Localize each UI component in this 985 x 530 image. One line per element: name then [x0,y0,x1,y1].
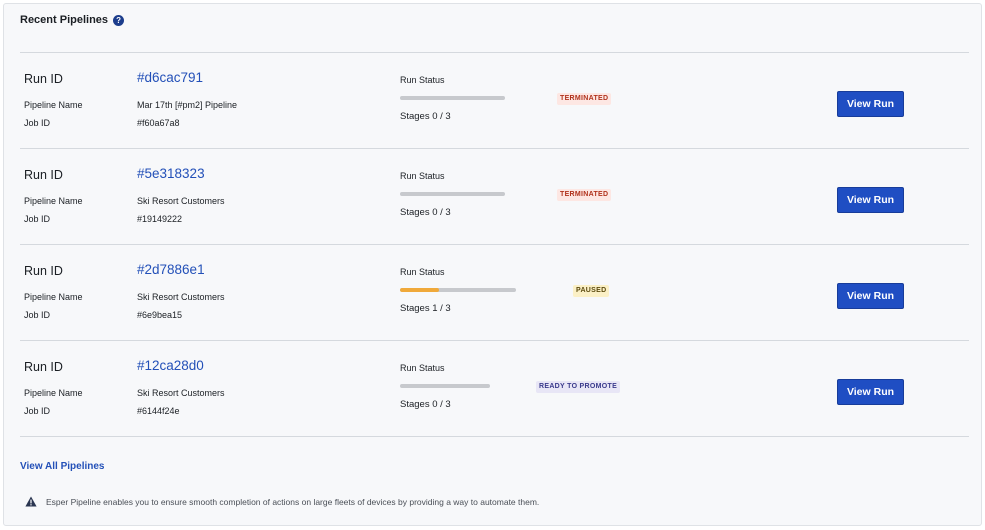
stages-count: Stages 0 / 3 [400,399,451,410]
pipeline-name-label: Pipeline Name [24,292,83,302]
stage-progress-bar [400,192,505,196]
run-id-label: Run ID [24,168,63,182]
stages-count: Stages 0 / 3 [400,207,451,218]
pipeline-row: Run ID #d6cac791 Pipeline Name Mar 17th … [20,53,969,149]
view-run-button[interactable]: View Run [837,91,904,117]
view-run-button[interactable]: View Run [837,283,904,309]
pipeline-list: Run ID #d6cac791 Pipeline Name Mar 17th … [20,52,969,437]
status-badge: TERMINATED [557,189,612,201]
run-id-link[interactable]: #12ca28d0 [137,358,204,373]
job-id-value: #6e9bea15 [137,310,183,320]
help-circle-icon[interactable]: ? [113,14,125,26]
pipeline-name-value: Mar 17th [#pm2] Pipeline [137,100,238,110]
job-id-label: Job ID [24,214,51,224]
run-id-link[interactable]: #d6cac791 [137,70,203,85]
stages-count: Stages 1 / 3 [400,303,451,314]
info-note-text: Esper Pipeline enables you to ensure smo… [46,496,540,507]
pipeline-row: Run ID #12ca28d0 Pipeline Name Ski Resor… [20,341,969,437]
stage-progress-bar [400,288,516,292]
card-header: Recent Pipelines ? [20,14,125,26]
job-id-label: Job ID [24,118,51,128]
job-id-value: #6144f24e [137,406,180,416]
run-id-label: Run ID [24,72,63,86]
view-all-pipelines-link[interactable]: View All Pipelines [20,461,104,472]
view-run-button[interactable]: View Run [837,187,904,213]
status-badge: TERMINATED [557,93,612,105]
status-badge: PAUSED [573,285,610,297]
run-id-label: Run ID [24,264,63,278]
run-id-link[interactable]: #2d7886e1 [137,262,205,277]
status-badge: READY TO PROMOTE [536,381,621,393]
stages-count: Stages 0 / 3 [400,111,451,122]
job-id-label: Job ID [24,406,51,416]
stage-progress-bar [400,96,505,100]
pipeline-name-label: Pipeline Name [24,100,83,110]
run-status-label: Run Status [400,171,445,181]
pipeline-name-label: Pipeline Name [24,388,83,398]
run-id-link[interactable]: #5e318323 [137,166,205,181]
view-run-button[interactable]: View Run [837,379,904,405]
pipeline-name-value: Ski Resort Customers [137,196,225,206]
stage-progress-bar [400,384,490,388]
pipeline-name-value: Ski Resort Customers [137,388,225,398]
run-id-label: Run ID [24,360,63,374]
warning-triangle-icon [25,496,37,507]
card-title: Recent Pipelines [20,14,109,26]
stage-progress-fill [400,288,439,292]
run-status-label: Run Status [400,75,445,85]
recent-pipelines-card: Recent Pipelines ? Run ID #d6cac791 Pipe… [3,3,982,526]
run-status-label: Run Status [400,363,445,373]
run-status-label: Run Status [400,267,445,277]
job-id-value: #19149222 [137,214,183,224]
pipeline-name-label: Pipeline Name [24,196,83,206]
job-id-label: Job ID [24,310,51,320]
pipeline-name-value: Ski Resort Customers [137,292,225,302]
pipeline-row: Run ID #5e318323 Pipeline Name Ski Resor… [20,149,969,245]
job-id-value: #f60a67a8 [137,118,180,128]
pipeline-row: Run ID #2d7886e1 Pipeline Name Ski Resor… [20,245,969,341]
info-note: Esper Pipeline enables you to ensure smo… [25,496,539,507]
